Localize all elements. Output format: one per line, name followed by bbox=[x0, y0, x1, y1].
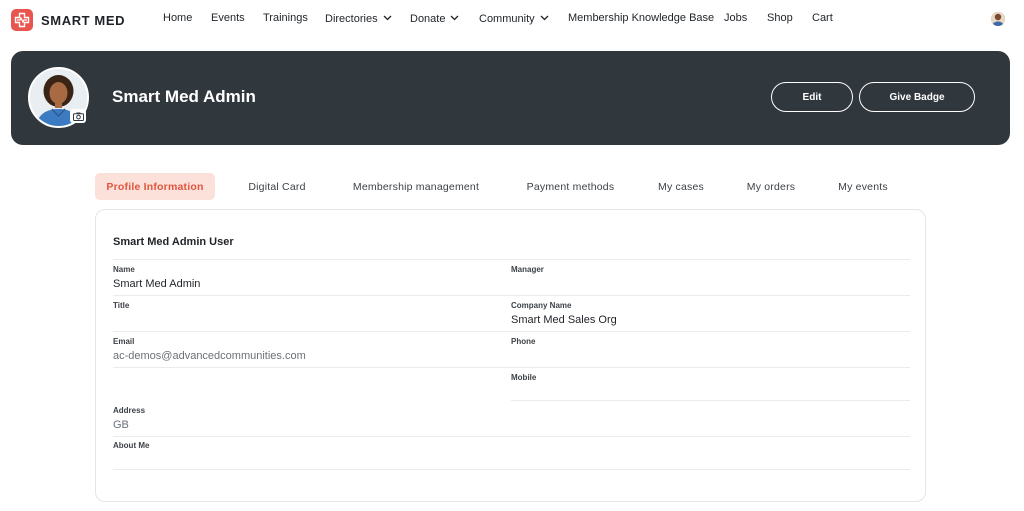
medical-cross-icon bbox=[11, 9, 33, 31]
company-name-value: Smart Med Sales Org bbox=[511, 314, 617, 326]
tab-my-cases[interactable]: My cases bbox=[648, 173, 714, 200]
section-title: Smart Med Admin User bbox=[113, 236, 234, 248]
mobile-label: Mobile bbox=[511, 373, 537, 382]
tab-membership-management[interactable]: Membership management bbox=[338, 173, 494, 200]
divider bbox=[113, 295, 910, 296]
about-me-label: About Me bbox=[113, 441, 150, 450]
nav-item-community[interactable]: Community bbox=[479, 12, 549, 25]
nav-label: Community bbox=[479, 13, 535, 25]
nav-label: Trainings bbox=[263, 12, 308, 24]
divider bbox=[113, 367, 910, 368]
email-value: ac-demos@advancedcommunities.com bbox=[113, 350, 306, 362]
nav-item-shop[interactable]: Shop bbox=[767, 12, 793, 24]
profile-header-banner: Smart Med Admin Edit Give Badge bbox=[11, 51, 1010, 145]
chevron-down-icon bbox=[540, 12, 549, 24]
divider bbox=[511, 400, 910, 401]
nav-label: Cart bbox=[812, 12, 833, 24]
tab-digital-card[interactable]: Digital Card bbox=[236, 173, 318, 200]
nav-item-cart[interactable]: Cart bbox=[812, 12, 833, 24]
name-label: Name bbox=[113, 265, 135, 274]
nav-label: Home bbox=[163, 12, 193, 24]
brand-logo[interactable]: SMART MED bbox=[11, 9, 125, 31]
nav-item-trainings[interactable]: Trainings bbox=[263, 12, 308, 24]
nav-item-events[interactable]: Events bbox=[211, 12, 245, 24]
phone-label: Phone bbox=[511, 337, 536, 346]
nav-label: Membership Knowledge Base bbox=[568, 12, 715, 24]
manager-label: Manager bbox=[511, 265, 544, 274]
name-value: Smart Med Admin bbox=[113, 278, 201, 290]
chevron-down-icon bbox=[383, 12, 392, 24]
divider bbox=[113, 331, 910, 332]
tab-my-orders[interactable]: My orders bbox=[735, 173, 807, 200]
divider bbox=[113, 469, 910, 470]
tab-payment-methods[interactable]: Payment methods bbox=[514, 173, 627, 200]
nav-label: Events bbox=[211, 12, 245, 24]
divider bbox=[113, 436, 910, 437]
email-label: Email bbox=[113, 337, 135, 346]
nav-item-directories[interactable]: Directories bbox=[325, 12, 392, 25]
nav-label: Donate bbox=[410, 13, 446, 25]
profile-information-card: Smart Med Admin User Name Smart Med Admi… bbox=[95, 209, 926, 502]
brand-name: SMART MED bbox=[41, 12, 126, 28]
edit-button[interactable]: Edit bbox=[771, 82, 853, 112]
top-navigation: SMART MED Home Events Trainings Director… bbox=[0, 0, 1024, 40]
address-value: GB bbox=[113, 419, 129, 431]
nav-item-donate[interactable]: Donate bbox=[410, 12, 459, 25]
nav-label: Shop bbox=[767, 12, 793, 24]
profile-name-heading: Smart Med Admin bbox=[112, 87, 256, 106]
nav-item-jobs[interactable]: Jobs bbox=[724, 12, 747, 24]
divider bbox=[113, 259, 910, 260]
nav-label: Jobs bbox=[724, 12, 748, 24]
user-avatar-icon[interactable] bbox=[991, 12, 1005, 26]
camera-icon[interactable] bbox=[70, 109, 86, 123]
title-label: Title bbox=[113, 301, 130, 310]
nav-item-knowledge-base[interactable]: Membership Knowledge Base bbox=[568, 12, 714, 24]
nav-item-home[interactable]: Home bbox=[163, 12, 192, 24]
company-name-label: Company Name bbox=[511, 301, 572, 310]
tab-my-events[interactable]: My events bbox=[827, 173, 899, 200]
give-badge-button[interactable]: Give Badge bbox=[859, 82, 975, 112]
address-label: Address bbox=[113, 406, 146, 415]
tab-profile-information[interactable]: Profile Information bbox=[95, 173, 215, 200]
chevron-down-icon bbox=[450, 12, 459, 24]
nav-label: Directories bbox=[325, 13, 378, 25]
